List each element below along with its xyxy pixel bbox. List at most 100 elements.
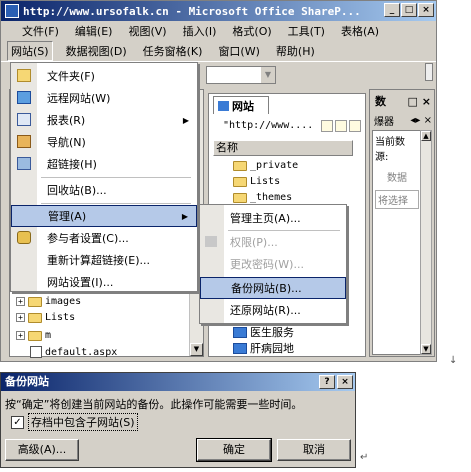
close-button[interactable]: × [337,375,353,389]
menu-item-label: 导航(N) [47,136,86,149]
cancel-button[interactable]: 取消 [277,439,351,461]
help-button[interactable]: ? [319,375,335,389]
pane-placeholder: 数据 [387,173,407,184]
menu-task-panes[interactable]: 任务窗格(K) [140,42,206,60]
menu-file[interactable]: 文件(F) [19,22,62,40]
menu-row-2: 网站(S) 数据视图(D) 任务窗格(K) 窗口(W) 帮助(H) [1,41,436,61]
new-folder-icon[interactable] [335,120,347,132]
menu-item-label: 备份网站(B)... [231,282,302,295]
scroll-down-icon[interactable]: ▼ [190,343,203,356]
minimize-button[interactable]: _ [384,3,400,17]
checkbox[interactable]: ✓ [11,415,24,429]
tab-site-label: 网站 [232,99,254,113]
insert-selected-button[interactable]: 将选择 [375,190,419,209]
dialog-controls: ? × [319,375,353,389]
chevron-down-icon[interactable]: ▼ [261,67,275,83]
expand-icon[interactable]: + [16,297,25,306]
pane-nav[interactable]: ◂▸ × [410,115,432,126]
ok-button[interactable]: 确定 [196,438,272,462]
paragraph-mark: ↓ [449,355,458,366]
tree-item-label: m [45,330,52,341]
menu-item-label: 超链接(H) [47,158,97,171]
menu-item-remote-site[interactable]: 远程网站(W) [11,87,197,109]
menu-item-hyperlinks[interactable]: 超链接(H) [11,153,197,175]
menu-item-navigation[interactable]: 导航(N) [11,131,197,153]
folder-icon [28,330,42,341]
menu-edit[interactable]: 编辑(E) [72,22,116,40]
maximize-button[interactable]: □ [401,3,417,17]
tab-site[interactable]: 网站 [213,96,269,114]
pane-subheader: 爆器 ◂▸ × [372,112,434,128]
toolbar-grip[interactable] [425,63,433,81]
menu-table[interactable]: 表格(A) [338,22,382,40]
folder-icon [233,192,247,203]
up-folder-icon[interactable] [349,120,361,132]
app-icon [5,4,19,18]
close-button[interactable]: × [418,3,434,17]
menu-item-reports[interactable]: 报表(R) ▶ [11,109,197,131]
menu-item-restore-site[interactable]: 还原网站(R)... [200,299,346,321]
menu-site[interactable]: 网站(S) [7,41,53,61]
menu-item-backup-site[interactable]: 备份网站(B)... [200,277,346,299]
tree-item[interactable]: + images [16,296,81,307]
tree-item[interactable]: default.aspx [30,346,117,358]
menu-format[interactable]: 格式(O) [229,22,274,40]
page-icon [30,346,42,358]
menu-row-1: 文件(F) 编辑(E) 视图(V) 插入(I) 格式(O) 工具(T) 表格(A… [1,21,436,41]
menu-window[interactable]: 窗口(W) [215,42,262,60]
scroll-down-icon[interactable]: ▼ [421,344,431,354]
menu-item-label: 管理(A) [48,210,87,223]
scroll-up-icon[interactable]: ▲ [421,131,431,141]
folder-icon [233,326,247,338]
folder-icon [233,160,247,171]
menu-item-label: 重新计算超链接(E)... [47,254,151,267]
column-header-name[interactable]: 名称 [213,140,353,156]
site-menu: 文件夹(F) 远程网站(W) 报表(R) ▶ 导航(N) 超链接(H) 回收站(… [10,62,198,292]
menu-tools[interactable]: 工具(T) [285,22,328,40]
expand-icon[interactable]: + [16,331,25,340]
menu-item-recalculate-hyperlinks[interactable]: 重新计算超链接(E)... [11,249,197,271]
list-item[interactable]: _themes [233,192,292,203]
new-page-icon[interactable] [321,120,333,132]
menu-item-site-settings[interactable]: 网站设置(I)... [11,271,197,293]
dialog-title-bar: 备份网站 ? × [1,373,355,391]
list-item[interactable]: 肝病园地 [233,340,294,356]
hyperlink-icon [17,157,31,170]
restore-icon[interactable]: □ [408,95,418,108]
window-title: http://www.ursofalk.cn - Microsoft Offic… [23,4,361,18]
include-subsites-checkbox[interactable]: ✓ 存档中包含子网站(S) [11,413,138,431]
menu-item-label: 回收站(B)... [47,184,107,197]
folder-icon [28,312,42,323]
tree-item[interactable]: + Lists [16,312,75,323]
menu-item-recycle-bin[interactable]: 回收站(B)... [11,179,197,201]
list-item-label: Lists [250,176,281,187]
menu-item-administration[interactable]: 管理(A) ▶ [11,205,197,227]
advanced-button[interactable]: 高级(A)... [5,439,79,461]
menu-separator [41,203,191,204]
tree-item[interactable]: + m [16,330,51,341]
menu-item-contributor-settings[interactable]: 参与者设置(C)... [11,227,197,249]
list-item[interactable]: 医生服务 [233,324,294,340]
lock-icon [17,231,31,244]
close-icon[interactable]: × [422,95,431,108]
menu-view[interactable]: 视图(V) [125,22,169,40]
folder-icon [17,69,31,82]
tree-item-label: images [45,296,82,307]
menu-item-change-password: 更改密码(W)... [200,253,346,275]
menu-item-admin-home[interactable]: 管理主页(A)... [200,207,346,229]
dialog-title: 备份网站 [5,375,49,388]
menu-item-folders[interactable]: 文件夹(F) [11,65,197,87]
expand-icon[interactable]: + [16,313,25,322]
menu-bar: 文件(F) 编辑(E) 视图(V) 插入(I) 格式(O) 工具(T) 表格(A… [1,21,436,61]
toolbar-combo[interactable]: ▼ [206,66,276,84]
menu-help[interactable]: 帮助(H) [273,42,318,60]
list-item[interactable]: Lists [233,176,280,187]
menu-insert[interactable]: 插入(I) [180,22,220,40]
tree-item-label: default.aspx [45,346,118,358]
remote-site-icon [17,91,31,104]
pane-scrollbar[interactable]: ▲ ▼ [420,130,432,355]
menu-data-view[interactable]: 数据视图(D) [63,42,130,60]
paragraph-mark: ↵ [360,452,369,463]
menu-item-label: 网站设置(I)... [47,276,114,289]
list-item[interactable]: _private [233,160,298,171]
